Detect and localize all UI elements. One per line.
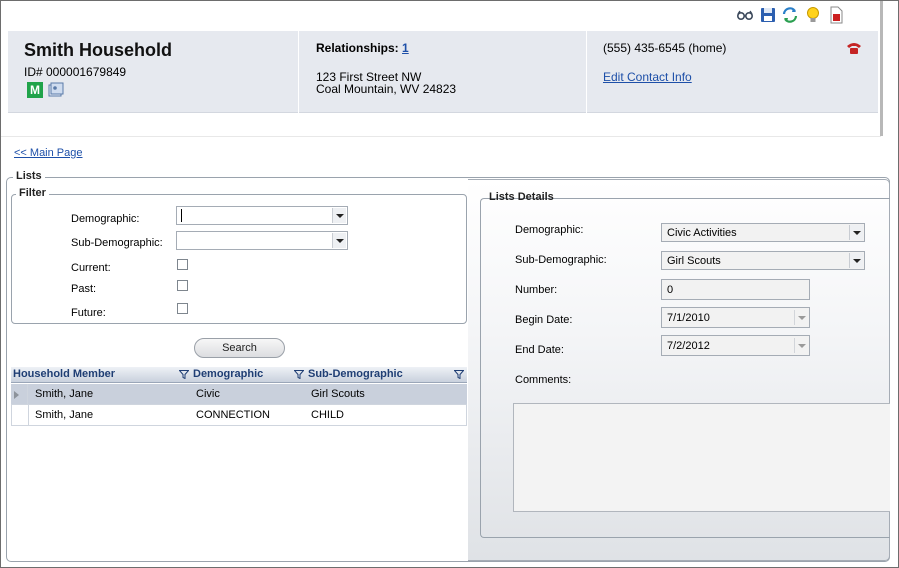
detail-demographic-dropdown[interactable]: Civic Activities — [661, 223, 865, 242]
begin-date-value: 7/1/2010 — [667, 312, 710, 324]
column-household-member[interactable]: Household Member — [13, 368, 115, 380]
filter-icon[interactable] — [294, 370, 304, 379]
relationships-count-link[interactable]: 1 — [402, 41, 409, 55]
chevron-down-icon[interactable] — [794, 310, 808, 325]
lightbulb-icon[interactable] — [804, 6, 822, 24]
glasses-icon[interactable] — [736, 6, 754, 24]
number-value: 0 — [667, 284, 674, 296]
chevron-down-icon[interactable] — [332, 233, 346, 248]
edit-contact-info-link[interactable]: Edit Contact Info — [603, 70, 692, 84]
detail-sub-demographic-label: Sub-Demographic: — [515, 254, 607, 266]
demographic-dropdown[interactable] — [176, 206, 348, 225]
sub-demographic-dropdown[interactable] — [176, 231, 348, 250]
current-checkbox[interactable] — [177, 259, 188, 270]
chevron-down-icon[interactable] — [794, 338, 808, 353]
contact-card-icon[interactable] — [48, 82, 64, 101]
column-sub-demographic[interactable]: Sub-Demographic — [308, 368, 403, 380]
past-checkbox[interactable] — [177, 280, 188, 291]
row-selector[interactable] — [11, 384, 28, 405]
filter-icon[interactable] — [179, 370, 189, 379]
detail-sub-demographic-value: Girl Scouts — [667, 255, 721, 267]
comments-textarea[interactable] — [513, 403, 890, 512]
demographic-label: Demographic: — [71, 213, 140, 225]
pdf-report-icon[interactable] — [827, 6, 845, 24]
relationships-label: Relationships: — [316, 41, 399, 55]
cell-demographic: CONNECTION — [196, 409, 270, 421]
chevron-down-icon[interactable] — [849, 225, 863, 240]
current-label: Current: — [71, 262, 111, 274]
refresh-icon[interactable] — [781, 6, 799, 24]
number-label: Number: — [515, 284, 558, 296]
grid-header: Household Member Demographic Sub-Demogra… — [11, 367, 467, 383]
lists-title: Lists — [13, 170, 45, 182]
cell-member: Smith, Jane — [35, 388, 94, 400]
text-cursor — [181, 209, 182, 222]
member-badge: M — [27, 82, 43, 98]
save-icon[interactable] — [759, 6, 777, 24]
comments-label: Comments: — [515, 374, 572, 386]
phone-number: (555) 435-6545 (home) — [603, 41, 727, 55]
cell-demographic: Civic — [196, 388, 220, 400]
address-line-2: Coal Mountain, WV 24823 — [316, 82, 457, 96]
detail-demographic-label: Demographic: — [515, 224, 584, 236]
chevron-down-icon[interactable] — [849, 253, 863, 268]
filter-icon[interactable] — [454, 370, 464, 379]
table-row[interactable]: Smith, Jane CONNECTION CHILD — [11, 405, 467, 426]
detail-sub-demographic-dropdown[interactable]: Girl Scouts — [661, 251, 865, 270]
telephone-icon[interactable] — [846, 41, 862, 58]
header-divider — [586, 31, 587, 113]
search-button[interactable]: Search — [194, 338, 285, 358]
filter-legend: Filter — [16, 187, 49, 199]
future-checkbox[interactable] — [177, 303, 188, 314]
cell-sub-demographic: CHILD — [311, 409, 345, 421]
header-divider — [298, 31, 299, 113]
number-field[interactable]: 0 — [661, 279, 810, 300]
cell-member: Smith, Jane — [35, 409, 94, 421]
household-id: ID# 000001679849 — [24, 65, 127, 79]
details-legend: Lists Details — [489, 191, 554, 203]
past-label: Past: — [71, 283, 97, 295]
detail-demographic-value: Civic Activities — [667, 227, 737, 239]
household-name: Smith Household — [24, 40, 172, 60]
row-selector[interactable] — [12, 405, 29, 426]
future-label: Future: — [71, 307, 106, 319]
table-row[interactable]: Smith, Jane Civic Girl Scouts — [11, 384, 467, 405]
column-demographic[interactable]: Demographic — [193, 368, 263, 380]
end-date-value: 7/2/2012 — [667, 340, 710, 352]
main-page-link[interactable]: << Main Page — [14, 147, 83, 159]
header-bottom-line — [1, 136, 881, 137]
end-date-label: End Date: — [515, 344, 564, 356]
end-date-field[interactable]: 7/2/2012 — [661, 335, 810, 356]
sub-demographic-label: Sub-Demographic: — [71, 237, 163, 249]
chevron-down-icon[interactable] — [332, 208, 346, 223]
begin-date-label: Begin Date: — [515, 314, 573, 326]
begin-date-field[interactable]: 7/1/2010 — [661, 307, 810, 328]
cell-sub-demographic: Girl Scouts — [311, 388, 365, 400]
row-pointer-icon — [14, 391, 19, 399]
scrollbar[interactable] — [880, 1, 883, 136]
